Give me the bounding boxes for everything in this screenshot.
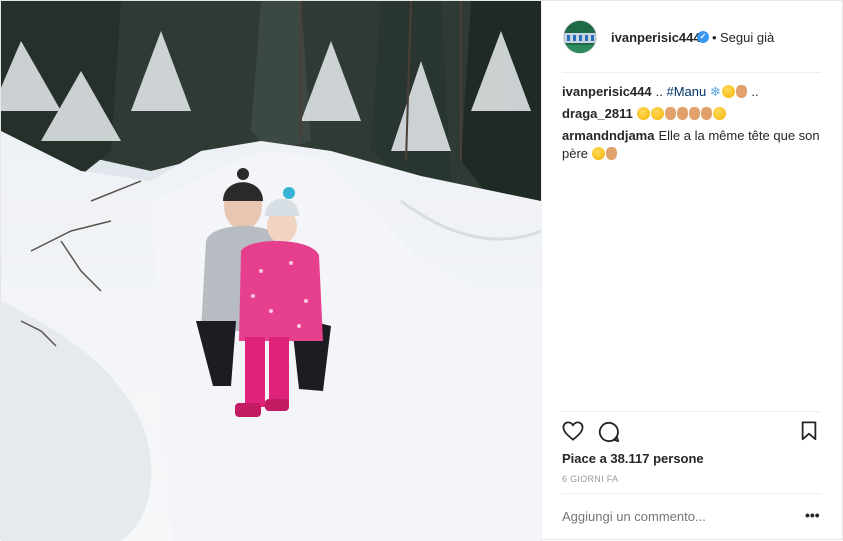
following-button[interactable]: Segui già (720, 30, 774, 45)
kiss-emoji-icon (712, 107, 726, 120)
comment-item: draga_2811 (562, 105, 827, 123)
speech-bubble-icon[interactable] (598, 421, 620, 446)
caption-comment: ivanperisic444.. #Manu ❄ .. (562, 83, 827, 101)
add-comment-input[interactable] (562, 509, 792, 524)
instagram-post: ivanperisic444 ✓ • Segui già ivanperisic… (0, 0, 843, 541)
comment-box-divider (562, 493, 821, 494)
author-avatar[interactable] (563, 20, 597, 54)
clap-emoji-icon (688, 107, 700, 120)
comment-username[interactable]: draga_2811 (562, 106, 633, 121)
bookmark-icon[interactable] (800, 421, 818, 444)
separator-dot: • (712, 30, 717, 45)
heart-outline-icon[interactable] (562, 421, 584, 444)
comment-username[interactable]: armandndjama (562, 128, 654, 143)
comment-text: .. (655, 84, 663, 99)
post-header: ivanperisic444 ✓ • Segui già (542, 1, 843, 73)
team-photo-avatar-icon (564, 21, 596, 53)
snowflake-emoji-icon: ❄ (709, 84, 721, 99)
ok-hand-emoji-icon (664, 107, 676, 120)
actions-divider (562, 411, 821, 412)
likes-count[interactable]: Piace a 38.117 persone (562, 451, 704, 466)
face-emoji-icon (721, 85, 735, 98)
comment-item: armandndjama Elle a la même tête que son … (562, 127, 827, 163)
verified-badge-icon: ✓ (697, 31, 709, 43)
face-emoji-icon (591, 147, 605, 160)
comments-list: ivanperisic444.. #Manu ❄ .. draga_2811 a… (562, 83, 827, 167)
ok-hand-emoji-icon (735, 85, 747, 98)
author-username[interactable]: ivanperisic444 (611, 30, 701, 45)
post-timestamp[interactable]: 6 GIORNI FA (562, 474, 618, 484)
post-actions (562, 421, 825, 445)
more-options-icon[interactable]: ••• (805, 507, 820, 523)
comment-text-tail: .. (751, 84, 759, 99)
clap-emoji-icon (700, 107, 712, 120)
comment-username[interactable]: ivanperisic444 (562, 84, 652, 99)
ok-hand-emoji-icon (676, 107, 688, 120)
snowy-forest-photo (1, 1, 541, 541)
hashtag-link[interactable]: #Manu (666, 84, 706, 99)
ok-hand-emoji-icon (605, 147, 617, 160)
post-side-panel: ivanperisic444 ✓ • Segui già ivanperisic… (541, 1, 843, 541)
post-photo[interactable] (1, 1, 541, 541)
header-divider (562, 72, 821, 73)
heart-eyes-emoji-icon (650, 107, 664, 120)
heart-eyes-emoji-icon (636, 107, 650, 120)
